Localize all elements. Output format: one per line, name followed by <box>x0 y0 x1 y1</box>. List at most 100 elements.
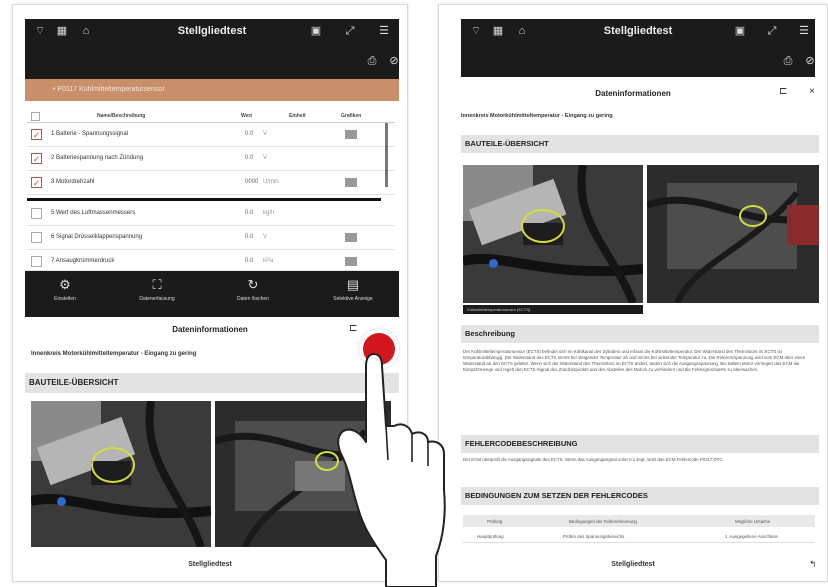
bookmark-icon[interactable]: ⊏ <box>349 323 357 334</box>
conditions-table-row: Hauptprüfung Prüfen des Spannungsbereich… <box>463 529 815 543</box>
graph-icon[interactable] <box>345 178 357 187</box>
menu-icon[interactable]: ☰ <box>797 25 811 37</box>
table-row[interactable]: ✓ 2 Batteriespannung nach Zündung 0.0 V <box>27 147 395 171</box>
row-checkbox[interactable] <box>31 232 42 243</box>
fault-text: Der ECM überprüft die Ausgangssignale de… <box>463 457 724 462</box>
highlight-ring <box>91 447 135 483</box>
row-value: 0000 <box>245 179 259 185</box>
row-label: 1 Batterie - Spannungssignal <box>51 131 129 137</box>
table-row[interactable]: ✓ 1 Batterie - Spannungssignal 0.0 V <box>27 123 395 147</box>
photo-caption: Kühlmitteltemperatursensor (ECTS) <box>463 305 643 314</box>
section-conditions: BEDINGUNGEN ZUM SETZEN DER FEHLERCODES <box>461 487 819 505</box>
row-label: 5 Wert des Luftmassenmessers <box>51 210 136 216</box>
row-checkbox[interactable]: ✓ <box>31 129 42 140</box>
row-label: 3 Motordrehzahl <box>51 179 95 185</box>
component-photo[interactable] <box>647 165 819 303</box>
highlight-ring <box>521 209 565 243</box>
graph-icon[interactable] <box>345 257 357 266</box>
row-label: 2 Batteriespannung nach Zündung <box>51 155 144 161</box>
print-icon[interactable]: ⎙ <box>781 55 795 67</box>
row-unit: V <box>263 131 268 137</box>
dtc-banner-text: • P0117 Kühlmitteltemperatursensor <box>53 86 165 93</box>
location-marker <box>489 259 498 268</box>
row-unit: kg/h <box>263 210 275 216</box>
screen-title: Stellgliedtest <box>603 25 673 37</box>
conditions-header-condition: Bedingungen der Fehlererkennung <box>569 519 637 524</box>
back-icon[interactable]: ↰ <box>809 559 817 570</box>
section-fault-description: FEHLERCODEBESCHREIBUNG <box>461 435 819 453</box>
print-icon[interactable]: ⎙ <box>365 55 379 67</box>
record-button[interactable]: ⛶ Datenerfassung <box>117 277 197 302</box>
sheet-title: Dateninformationen <box>172 325 248 334</box>
table-row[interactable]: ✓ 3 Motordrehzahl 0000 U/min <box>27 171 395 195</box>
conditions-table-header: Prüfung Bedingungen der Fehlererkennung … <box>463 515 815 527</box>
table-row[interactable]: 7 Ansaugkrümmerdruck 0.0 kPa <box>27 250 395 271</box>
conditions-header-check: Prüfung <box>487 519 503 524</box>
row-unit: V <box>263 155 268 161</box>
row-unit: U/min <box>263 179 279 185</box>
clear-data-label: Daten löschen <box>237 296 269 302</box>
selective-view-button[interactable]: ▤ Selektive Anzeige <box>313 277 393 302</box>
record-icon: ⛶ <box>152 277 162 292</box>
row-value: 0.0 <box>245 131 254 137</box>
bluetooth-icon[interactable]: ▣ <box>309 25 323 37</box>
table-row[interactable]: 5 Wert des Luftmassenmessers 0.0 kg/h <box>27 202 395 226</box>
bookmark-icon[interactable]: ⊏ <box>779 86 787 97</box>
sheet-title: Dateninformationen <box>595 89 671 98</box>
settings-label: Einstellen <box>54 296 76 302</box>
row-checkbox[interactable] <box>31 256 42 267</box>
row-value: 0.0 <box>245 258 254 264</box>
graph-icon[interactable] <box>345 130 357 139</box>
location-marker <box>57 497 66 506</box>
help-icon[interactable]: ⊘ <box>387 55 401 67</box>
column-name[interactable]: Name/Beschreibung <box>97 113 145 119</box>
conditions-cell: 1. Ausgegebene Anschluss <box>725 534 778 539</box>
component-photo[interactable] <box>463 165 643 303</box>
row-unit: kPa <box>263 258 274 264</box>
bottom-toolbar: ⚙ Einstellen ⛶ Datenerfassung ↻ Daten lö… <box>25 271 399 317</box>
top-bar: ⌔ ▦ ⌂ Stellgliedtest ▣ ⤢ ☰ ⎙ ⊘ <box>461 19 815 77</box>
selective-view-label: Selektive Anzeige <box>333 296 373 302</box>
row-value: 0.0 <box>245 155 254 161</box>
expand-icon[interactable]: ⤢ <box>343 25 357 37</box>
column-graph[interactable]: Grafiken <box>341 113 361 119</box>
settings-button[interactable]: ⚙ Einstellen <box>25 277 105 302</box>
right-tablet-screen: ⌔ ▦ ⌂ Stellgliedtest ▣ ⤢ ☰ ⎙ ⊘ Dateninfo… <box>438 4 828 582</box>
component-photo[interactable] <box>31 401 211 547</box>
top-bar: ⌔ ▦ ⌂ Stellgliedtest ▣ ⤢ ☰ ⎙ ⊘ <box>25 19 399 79</box>
select-all-checkbox[interactable] <box>31 112 40 121</box>
scroll-divider <box>27 198 381 201</box>
row-label: 6 Signal Drosselklappenspannung <box>51 234 143 240</box>
row-unit: V <box>263 234 268 240</box>
bluetooth-icon[interactable]: ▣ <box>733 25 747 37</box>
row-label: 7 Ansaugkrümmerdruck <box>51 258 115 264</box>
table-scrollbar[interactable] <box>385 123 388 187</box>
row-checkbox[interactable]: ✓ <box>31 153 42 164</box>
close-icon[interactable]: × <box>809 86 815 97</box>
help-icon[interactable]: ⊘ <box>803 55 817 67</box>
column-value[interactable]: Wert <box>241 113 252 119</box>
row-checkbox[interactable] <box>31 208 42 219</box>
conditions-header-cause: Mögliche Ursache <box>735 519 771 524</box>
description-text: Der Kühlmitteltemperatursensor (ECTS) be… <box>463 349 806 372</box>
section-components: BAUTEILE-ÜBERSICHT <box>461 135 819 153</box>
table-header: Name/Beschreibung Wert Einheit Grafiken <box>27 109 395 123</box>
refresh-icon: ↻ <box>247 277 259 292</box>
section-description: Beschreibung <box>461 325 819 343</box>
expand-icon[interactable]: ⤢ <box>765 25 779 37</box>
graph-icon[interactable] <box>345 233 357 242</box>
dtc-description: Innenkreis Motorkühlmitteltemperatur - E… <box>461 113 613 119</box>
pointing-hand-icon <box>337 353 446 587</box>
list-icon: ▤ <box>346 277 360 292</box>
clear-data-button[interactable]: ↻ Daten löschen <box>213 277 293 302</box>
conditions-cell: Prüfen des Spannungsbereichs <box>563 534 625 539</box>
dtc-banner[interactable]: • P0117 Kühlmitteltemperatursensor <box>25 79 399 101</box>
record-label: Datenerfassung <box>139 296 175 302</box>
column-unit[interactable]: Einheit <box>289 113 306 119</box>
row-value: 0.0 <box>245 234 254 240</box>
table-row[interactable]: 6 Signal Drosselklappenspannung 0.0 V <box>27 226 395 250</box>
row-checkbox[interactable]: ✓ <box>31 177 42 188</box>
menu-icon[interactable]: ☰ <box>377 25 391 37</box>
dtc-description: Innenkreis Motorkühlmitteltemperatur - E… <box>31 351 197 357</box>
row-value: 0.0 <box>245 210 254 216</box>
